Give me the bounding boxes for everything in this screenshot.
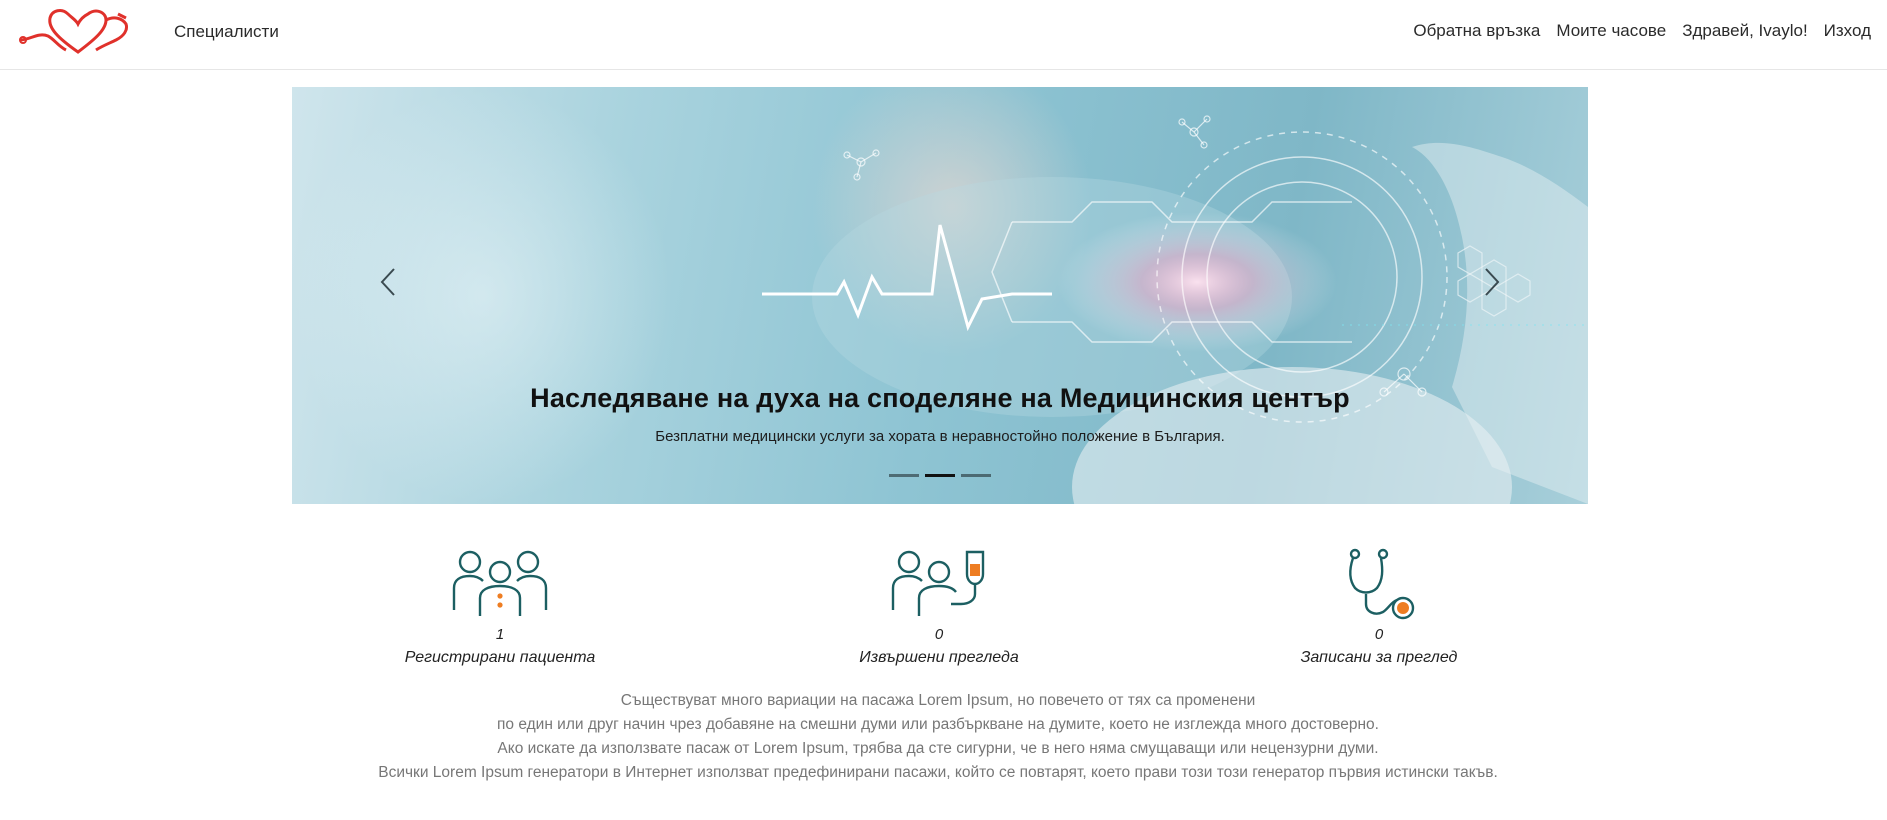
- stat-completed-examinations: 0 Извършени прегледа: [809, 548, 1069, 667]
- stat-registered-patients-label: Регистрирани пациента: [404, 649, 596, 666]
- carousel-indicator-3[interactable]: [961, 474, 991, 477]
- stat-booked-examinations-value: 0: [1374, 626, 1384, 643]
- stat-booked-examinations-label: Записани за преглед: [1300, 649, 1458, 666]
- description-line-3: Ако искате да използвате пасаж от Lorem …: [497, 740, 1379, 757]
- stat-registered-patients-value: 1: [495, 626, 505, 643]
- chevron-left-icon: [380, 268, 395, 296]
- carousel-subheading: Безплатни медицински услуги за хората в …: [655, 428, 1225, 445]
- description-line-2: по един или друг начин чрез добавяне на …: [497, 716, 1379, 733]
- hero-carousel: Наследяване на духа на споделяне на Меди…: [292, 87, 1588, 504]
- nav-right-group: Обратна връзка Моите часове Здравей, Iva…: [1413, 21, 1871, 41]
- examination-icon: [891, 550, 985, 616]
- carousel-indicator-1[interactable]: [889, 474, 919, 477]
- carousel-prev-button[interactable]: [368, 257, 408, 307]
- stat-registered-patients: 1 Регистрирани пациента: [370, 548, 630, 667]
- patients-icon: [452, 550, 548, 616]
- description-line-4: Всички Lorem Ipsum генератори в Интернет…: [378, 764, 1498, 781]
- nav-specialists-link[interactable]: Специалисти: [174, 22, 279, 42]
- stat-booked-examinations: 0 Записани за преглед: [1249, 548, 1509, 667]
- chevron-right-icon: [1485, 268, 1500, 296]
- top-navbar: Специалисти Обратна връзка Моите часове …: [0, 0, 1887, 70]
- stat-completed-examinations-value: 0: [934, 626, 944, 643]
- carousel-next-button[interactable]: [1472, 257, 1512, 307]
- carousel-indicators: [889, 474, 991, 477]
- description-paragraph: Съществуват много вариации на пасажа Lor…: [0, 689, 1876, 785]
- nav-greeting-link[interactable]: Здравей, Ivaylo!: [1682, 21, 1807, 41]
- description-line-1: Съществуват много вариации на пасажа Lor…: [620, 692, 1256, 709]
- stat-completed-examinations-label: Извършени прегледа: [859, 649, 1019, 666]
- heart-stethoscope-logo-icon[interactable]: [18, 6, 132, 58]
- nav-feedback-link[interactable]: Обратна връзка: [1413, 21, 1540, 41]
- stethoscope-icon: [1349, 548, 1415, 620]
- nav-my-hours-link[interactable]: Моите часове: [1556, 21, 1666, 41]
- carousel-heading: Наследяване на духа на споделяне на Меди…: [530, 383, 1350, 413]
- carousel-indicator-2[interactable]: [925, 474, 955, 477]
- nav-logout-link[interactable]: Изход: [1824, 21, 1871, 41]
